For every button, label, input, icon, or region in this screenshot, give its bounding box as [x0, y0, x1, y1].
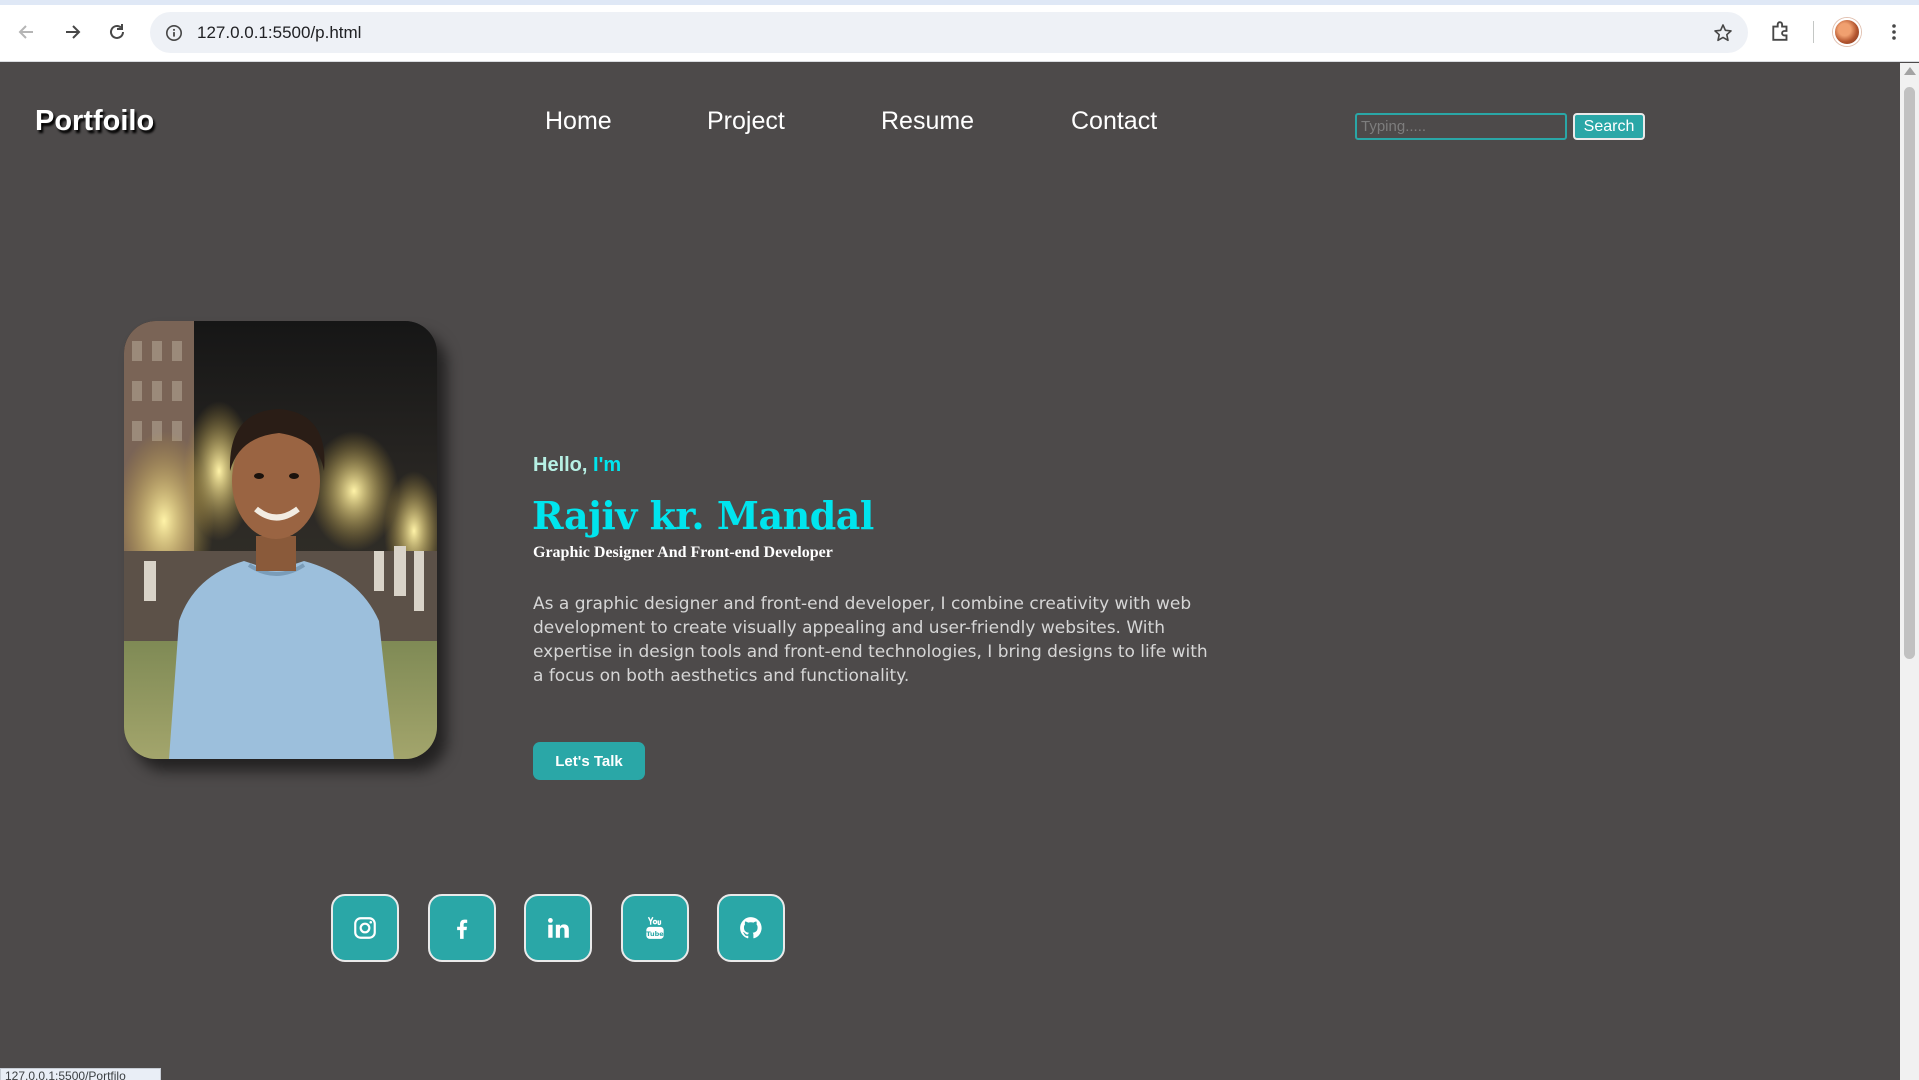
reload-icon [110, 24, 124, 39]
github-icon [740, 917, 762, 939]
forward-arrow-icon [66, 25, 81, 39]
greeting-im: I'm [593, 454, 622, 476]
forward-button[interactable] [55, 15, 89, 49]
link-status-bar: 127.0.0.1:5500/Portfilo [0, 1068, 161, 1080]
github-link[interactable] [717, 894, 785, 962]
profile-avatar[interactable] [1833, 18, 1861, 46]
bookmark-button[interactable] [1710, 20, 1736, 46]
reload-button[interactable] [100, 15, 134, 49]
facebook-icon [457, 919, 468, 939]
toolbar-divider [1813, 21, 1814, 43]
youtube-link[interactable]: Tube [621, 894, 689, 962]
profile-photo [124, 321, 437, 759]
scroll-up-arrow-icon[interactable] [1904, 67, 1916, 75]
svg-text:Tube: Tube [646, 930, 664, 938]
puzzle-icon [1772, 21, 1788, 41]
info-icon [165, 24, 182, 41]
linkedin-link[interactable] [524, 894, 592, 962]
nav-project[interactable]: Project [707, 107, 785, 136]
page-scrollbar[interactable] [1900, 63, 1919, 1080]
star-icon [1714, 24, 1732, 42]
profile-bio: As a graphic designer and front-end deve… [533, 594, 1208, 686]
search-input[interactable] [1355, 113, 1567, 140]
kebab-menu-icon [1892, 24, 1896, 40]
greeting-text: Hello, I'm [533, 454, 621, 477]
browser-menu-button[interactable] [1880, 18, 1908, 46]
instagram-icon [354, 917, 376, 939]
portfolio-page: Portfoilo Home Project Resume Contact Se… [0, 63, 1900, 1080]
back-button[interactable] [10, 15, 44, 49]
nav-contact[interactable]: Contact [1071, 107, 1157, 136]
scroll-thumb[interactable] [1904, 87, 1915, 659]
profile-tagline: Graphic Designer And Front-end Developer [533, 544, 833, 561]
youtube-icon: Tube [646, 916, 664, 939]
profile-photo-image [124, 321, 437, 759]
profile-name: Rajiv kr. Mandal [532, 493, 874, 538]
lets-talk-button[interactable]: Let's Talk [533, 742, 645, 780]
tab-strip-edge [0, 0, 1919, 5]
nav-home[interactable]: Home [545, 107, 612, 136]
url-text[interactable]: 127.0.0.1:5500/p.html [197, 23, 361, 43]
back-arrow-icon [18, 25, 33, 39]
browser-toolbar: 127.0.0.1:5500/p.html [0, 0, 1919, 62]
greeting-hello: Hello, [533, 454, 594, 476]
extensions-button[interactable] [1766, 16, 1796, 46]
nav-resume[interactable]: Resume [881, 107, 974, 136]
search-button[interactable]: Search [1573, 113, 1645, 140]
site-info-button[interactable] [160, 19, 187, 46]
site-logo[interactable]: Portfoilo [35, 105, 154, 138]
address-bar[interactable]: 127.0.0.1:5500/p.html [150, 12, 1748, 53]
linkedin-icon [548, 918, 569, 938]
facebook-link[interactable] [428, 894, 496, 962]
instagram-link[interactable] [331, 894, 399, 962]
